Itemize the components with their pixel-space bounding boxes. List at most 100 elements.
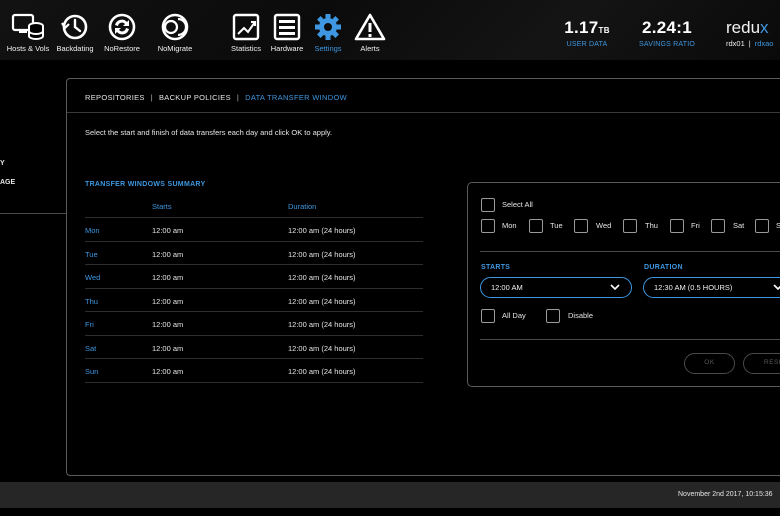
status-footer: November 2nd 2017, 10:15:36 — [0, 482, 780, 508]
header-starts: Starts — [152, 202, 172, 211]
day-checkbox-sun[interactable] — [755, 219, 769, 233]
day-checkbox-wed[interactable] — [574, 219, 588, 233]
instructions-text: Select the start and finish of data tran… — [85, 128, 333, 137]
nav-label: NoMigrate — [157, 44, 193, 53]
row-starts: 12:00 am — [152, 226, 184, 235]
norestore-icon — [108, 13, 136, 41]
row-day: Sat — [85, 343, 97, 353]
footer-timestamp: November 2nd 2017, 10:15:36 — [678, 491, 773, 498]
disable-label: Disable — [568, 311, 594, 320]
row-day: Tue — [85, 249, 98, 259]
savings-ratio-stat: 2.24:1 SAVINGS RATIO — [634, 18, 700, 48]
row-day: Sun — [85, 367, 99, 376]
duration-label: DURATION — [644, 264, 683, 271]
statistics-icon — [232, 13, 260, 41]
table-row: Wed 12:00 am 12:00 am (24 hours) — [85, 265, 423, 289]
duration-select[interactable]: 12:30 AM (0.5 HOURS) — [643, 277, 780, 298]
nav-nomigrate[interactable]: NoMigrate — [149, 13, 201, 53]
nomigrate-icon — [161, 13, 189, 41]
starts-value: 12:00 AM — [491, 283, 523, 292]
row-starts: 12:00 am — [152, 320, 184, 329]
duration-value: 12:30 AM (0.5 HOURS) — [654, 283, 733, 292]
hardware-icon — [273, 13, 301, 41]
row-duration: 12:00 am (24 hours) — [288, 249, 356, 259]
gear-icon — [315, 14, 341, 40]
nav-label: NoRestore — [104, 44, 140, 53]
ok-button[interactable]: OK — [684, 353, 735, 374]
row-day: Fri — [85, 320, 94, 329]
tab-repositories[interactable]: REPOSITORIES — [85, 93, 145, 102]
backdating-icon — [61, 14, 88, 40]
sidebar-item-fragment[interactable]: AGE — [0, 179, 15, 186]
alert-triangle-icon — [354, 13, 386, 41]
row-duration: 12:00 am (24 hours) — [288, 367, 356, 376]
summary-title: TRANSFER WINDOWS SUMMARY — [85, 181, 206, 188]
user-data-label: USER DATA — [566, 41, 608, 48]
nav-norestore[interactable]: NoRestore — [96, 13, 148, 53]
all-day-label: All Day — [502, 311, 526, 320]
editor-divider — [480, 339, 780, 340]
breadcrumb: REPOSITORIES | BACKUP POLICIES | DATA TRANSF… — [85, 93, 347, 102]
day-checkbox-thu[interactable] — [623, 219, 637, 233]
row-duration: 12:00 am (24 hours) — [288, 226, 356, 235]
savings-ratio-label: SAVINGS RATIO — [638, 41, 696, 48]
disable-checkbox[interactable] — [546, 309, 560, 323]
table-row: Mon 12:00 am 12:00 am (24 hours) — [85, 218, 423, 242]
table-row: Sat 12:00 am 12:00 am (24 hours) — [85, 336, 423, 359]
day-checkbox-mon[interactable] — [481, 219, 495, 233]
nav-alerts[interactable]: Alerts — [344, 13, 396, 53]
row-day: Thu — [85, 296, 98, 306]
host-name-secondary[interactable]: rdxao — [755, 39, 774, 48]
day-label: Sat — [733, 221, 745, 230]
day-label: Wed — [596, 221, 612, 230]
nav-label: Backdating — [56, 44, 94, 53]
row-starts: 12:00 am — [152, 367, 184, 376]
table-header: Starts Duration — [85, 196, 423, 218]
breadcrumb-divider — [67, 112, 780, 113]
day-checkbox-tue[interactable] — [529, 219, 543, 233]
day-checkbox-sat[interactable] — [711, 219, 725, 233]
nav-label: Alerts — [360, 44, 380, 53]
nav-hosts-vols[interactable]: Hosts & Vols — [2, 13, 54, 53]
row-duration: 12:00 am (24 hours) — [288, 343, 356, 353]
row-duration: 12:00 am (24 hours) — [288, 320, 356, 329]
table-row: Sun 12:00 am 12:00 am (24 hours) — [85, 359, 423, 383]
chevron-down-icon — [773, 284, 780, 291]
host-name: rdx01 — [726, 39, 745, 48]
tab-data-transfer-window[interactable]: DATA TRANSFER WINDOW — [245, 93, 347, 102]
editor-divider — [480, 251, 780, 252]
select-all-label: Select All — [502, 200, 533, 209]
sidebar-item-fragment[interactable]: Y — [0, 160, 5, 167]
all-day-checkbox[interactable] — [481, 309, 495, 323]
row-day: Mon — [85, 226, 100, 235]
table-row: Thu 12:00 am 12:00 am (24 hours) — [85, 289, 423, 312]
user-data-stat: 1.17TB USER DATA — [562, 18, 612, 48]
row-starts: 12:00 am — [152, 273, 184, 282]
table-row: Fri 12:00 am 12:00 am (24 hours) — [85, 312, 423, 336]
day-checkbox-fri[interactable] — [670, 219, 684, 233]
row-starts: 12:00 am — [152, 296, 184, 306]
nav-label: Hosts & Vols — [6, 44, 50, 53]
day-label: Fri — [691, 221, 700, 230]
day-label: Mon — [502, 221, 517, 230]
row-starts: 12:00 am — [152, 343, 184, 353]
row-duration: 12:00 am (24 hours) — [288, 296, 356, 306]
hosts-volumes-icon — [11, 13, 44, 40]
sidebar-divider — [0, 213, 66, 214]
transfer-windows-table: Starts Duration Mon 12:00 am 12:00 am (2… — [85, 196, 423, 383]
user-data-value: 1.17TB — [564, 18, 610, 37]
host-info: rdx01 | rdxao — [726, 39, 774, 48]
day-label: S — [776, 221, 780, 230]
day-label: Tue — [550, 221, 563, 230]
top-navigation-bar: Hosts & Vols Backdating NoRestore NoMigr… — [0, 0, 780, 60]
row-day: Wed — [85, 273, 101, 282]
tab-backup-policies[interactable]: BACKUP POLICIES — [159, 93, 231, 102]
row-starts: 12:00 am — [152, 249, 184, 259]
starts-label: STARTS — [481, 264, 511, 271]
reset-button[interactable]: RESE — [743, 353, 780, 374]
row-duration: 12:00 am (24 hours) — [288, 273, 356, 282]
select-all-checkbox[interactable] — [481, 198, 495, 212]
starts-select[interactable]: 12:00 AM — [480, 277, 632, 298]
header-duration: Duration — [288, 202, 317, 211]
nav-backdating[interactable]: Backdating — [49, 13, 101, 53]
